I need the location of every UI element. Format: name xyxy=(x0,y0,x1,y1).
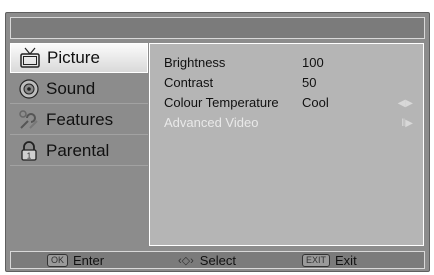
setting-label: Advanced Video xyxy=(164,115,259,130)
menu-item-picture[interactable]: Picture xyxy=(10,43,148,73)
hint-enter: OK Enter xyxy=(47,253,104,268)
menu-item-label: Features xyxy=(46,109,114,129)
settings-panel: Brightness 100 Contrast 50 Colour Temper… xyxy=(149,43,424,246)
exit-key-icon: EXIT xyxy=(302,254,331,267)
setting-label: Colour Temperature xyxy=(164,95,279,110)
help-bar: OK Enter ‹◇› Select EXIT Exit xyxy=(10,251,425,269)
setting-row-colour-temperature[interactable]: Colour Temperature Cool xyxy=(164,95,419,115)
navigation-arrows-icon: ‹◇› xyxy=(178,255,194,267)
menu-item-sound[interactable]: Sound xyxy=(10,74,148,104)
menu-item-label: Picture xyxy=(47,48,100,67)
setting-label: Brightness xyxy=(164,55,226,70)
hint-select: ‹◇› Select xyxy=(178,253,236,268)
menu-item-features[interactable]: Features xyxy=(10,105,148,135)
osd-menu-window: Picture Sound Features 1 Parental Bright… xyxy=(5,12,430,272)
setting-value: Cool xyxy=(302,95,329,110)
left-right-arrow-icon: ◀▶ xyxy=(397,98,413,109)
menu-item-label: Parental xyxy=(46,140,110,160)
tv-icon xyxy=(19,47,41,69)
title-bar xyxy=(10,17,425,39)
main-menu: Picture Sound Features 1 Parental xyxy=(10,43,148,246)
hint-exit: EXIT Exit xyxy=(302,253,357,268)
hint-enter-label: Enter xyxy=(73,253,105,268)
setting-label: Contrast xyxy=(164,75,214,90)
setting-value: 50 xyxy=(302,75,317,90)
hint-select-label: Select xyxy=(199,253,236,268)
setting-row-advanced-video[interactable]: Advanced Video xyxy=(164,115,419,135)
features-icon xyxy=(18,109,40,131)
enter-submenu-icon: ‖▶ xyxy=(401,118,413,129)
speaker-icon xyxy=(18,78,40,100)
svg-text:1: 1 xyxy=(27,151,32,160)
setting-value: 100 xyxy=(302,55,324,70)
ok-key-icon: OK xyxy=(47,254,69,267)
menu-item-parental[interactable]: 1 Parental xyxy=(10,136,148,166)
lock-icon: 1 xyxy=(18,140,40,162)
hint-exit-label: Exit xyxy=(335,253,357,268)
menu-item-label: Sound xyxy=(46,78,96,98)
